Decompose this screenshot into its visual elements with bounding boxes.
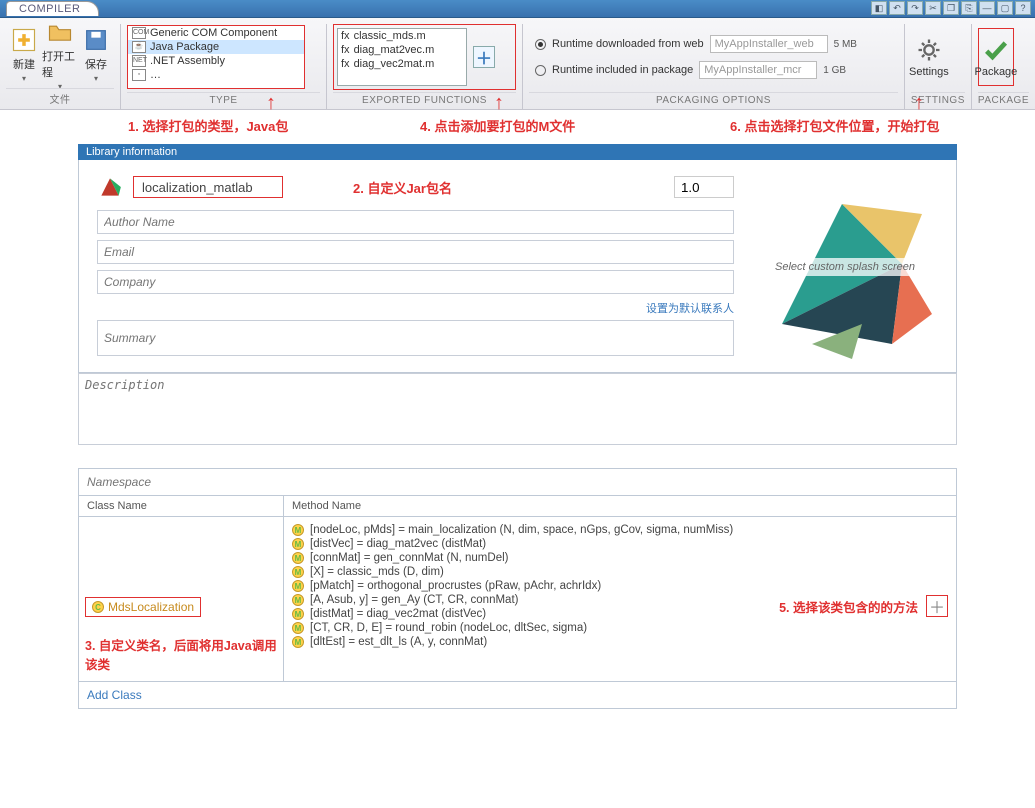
col-class-name: Class Name [79, 496, 284, 516]
annotation-1: 1. 选择打包的类型，Java包 [128, 116, 288, 135]
method-icon: M [292, 538, 304, 550]
installer-name-mcr[interactable] [699, 61, 817, 79]
annotation-2: 2. 自定义Jar包名 [353, 178, 452, 197]
group-label-package: PACKAGE [978, 92, 1029, 107]
group-label-exported: EXPORTED FUNCTIONS [333, 92, 516, 107]
runtime-pkg-label: Runtime included in package [552, 64, 693, 76]
exported-functions-list[interactable]: fxclassic_mds.m fxdiag_mat2vec.m fxdiag_… [337, 28, 467, 86]
save-button[interactable]: 保存 [78, 26, 114, 84]
col-method-name: Method Name [284, 496, 369, 516]
version-input[interactable] [674, 176, 734, 198]
namespace-input[interactable] [79, 469, 956, 496]
arrow-icon: ↑ [494, 92, 504, 115]
ribbon: 新建 打开工程 保存 文件 COMGeneric COM Component ☕… [0, 18, 1035, 110]
check-icon [982, 36, 1010, 64]
titlebar-icon[interactable]: ▢ [997, 1, 1013, 15]
annotation-5: 5. 选择该类包含的的方法 [779, 597, 918, 616]
method-icon: M [292, 524, 304, 536]
method-icon: M [292, 622, 304, 634]
description-input[interactable] [78, 373, 957, 445]
class-icon: C [92, 601, 104, 613]
method-row[interactable]: M[distVec] = diag_mat2vec (distMat) [292, 537, 948, 551]
library-info-header: Library information [78, 144, 957, 160]
titlebar-icon[interactable]: ◧ [871, 1, 887, 15]
method-icon: M [292, 552, 304, 564]
add-file-button[interactable]: ＋ [473, 46, 495, 68]
settings-button[interactable]: Settings [911, 28, 947, 86]
method-icon: M [292, 580, 304, 592]
tab-compiler[interactable]: COMPILER [6, 1, 99, 16]
annotation-row: ↑ ↑ ↑ 1. 选择打包的类型，Java包 4. 点击添加要打包的M文件 6.… [0, 110, 1035, 138]
titlebar-icon[interactable]: — [979, 1, 995, 15]
app-icon [97, 174, 123, 200]
help-icon[interactable]: ? [1015, 1, 1031, 15]
library-name-input[interactable] [133, 176, 283, 198]
add-method-button[interactable]: ＋ [926, 595, 948, 617]
summary-input[interactable] [97, 320, 734, 356]
package-button[interactable]: Package [978, 28, 1014, 86]
add-class-link[interactable]: Add Class [79, 681, 956, 708]
class-name-cell[interactable]: C MdsLocalization [85, 597, 201, 617]
method-row[interactable]: M[X] = classic_mds (D, dim) [292, 565, 948, 579]
method-icon: M [292, 636, 304, 648]
set-default-contact-link[interactable]: 设置为默认联系人 [97, 300, 734, 316]
runtime-web-label: Runtime downloaded from web [552, 38, 704, 50]
arrow-icon: ↑ [266, 92, 276, 115]
window-titlebar: ◧ ↶ ↷ ✂ ❐ ⎘ — ▢ ? [0, 0, 1035, 18]
titlebar-icon[interactable]: ❐ [943, 1, 959, 15]
plus-icon [10, 26, 38, 54]
method-row[interactable]: M[connMat] = gen_connMat (N, numDel) [292, 551, 948, 565]
company-input[interactable] [97, 270, 734, 294]
annotation-6: 6. 点击选择打包文件位置，开始打包 [730, 116, 939, 135]
method-row[interactable]: M[dltEst] = est_dlt_ls (A, y, connMat) [292, 635, 948, 649]
open-button[interactable]: 打开工程 [42, 26, 78, 84]
email-input[interactable] [97, 240, 734, 264]
radio-runtime-web[interactable] [535, 39, 546, 50]
titlebar-icon[interactable]: ⎘ [961, 1, 977, 15]
group-label-file: 文件 [6, 88, 114, 107]
installer-name-web[interactable] [710, 35, 828, 53]
gear-icon [915, 36, 943, 64]
group-label-packaging: PACKAGING OPTIONS [529, 92, 898, 107]
splash-area[interactable]: Select custom splash screen [752, 174, 938, 360]
namespace-section: Class Name Method Name C MdsLocalization… [78, 468, 957, 709]
method-icon: M [292, 566, 304, 578]
radio-runtime-pkg[interactable] [535, 65, 546, 76]
method-row[interactable]: M[nodeLoc, pMds] = main_localization (N,… [292, 523, 948, 537]
titlebar-icon[interactable]: ✂ [925, 1, 941, 15]
size-mcr: 1 GB [823, 65, 846, 76]
group-label-type: TYPE [127, 92, 320, 107]
annotation-4: 4. 点击添加要打包的M文件 [420, 116, 575, 135]
arrow-icon: ↑ [914, 92, 924, 115]
method-icon: M [292, 608, 304, 620]
method-row[interactable]: M[CT, CR, D, E] = round_robin (nodeLoc, … [292, 621, 948, 635]
method-row[interactable]: M[pMatch] = orthogonal_procrustes (pRaw,… [292, 579, 948, 593]
titlebar-icon[interactable]: ↶ [889, 1, 905, 15]
type-listbox[interactable]: COMGeneric COM Component ☕Java Package N… [127, 25, 305, 89]
size-web: 5 MB [834, 39, 857, 50]
splash-label: Select custom splash screen [769, 258, 921, 276]
new-button[interactable]: 新建 [6, 26, 42, 84]
method-icon: M [292, 594, 304, 606]
annotation-3: 3. 自定义类名，后面将用Java调用该类 [85, 637, 277, 675]
folder-open-icon [46, 18, 74, 46]
author-input[interactable] [97, 210, 734, 234]
main-content: Library information 2. 自定义Jar包名 设置为默认联系人 [0, 144, 1035, 729]
save-icon [82, 26, 110, 54]
titlebar-icon[interactable]: ↷ [907, 1, 923, 15]
